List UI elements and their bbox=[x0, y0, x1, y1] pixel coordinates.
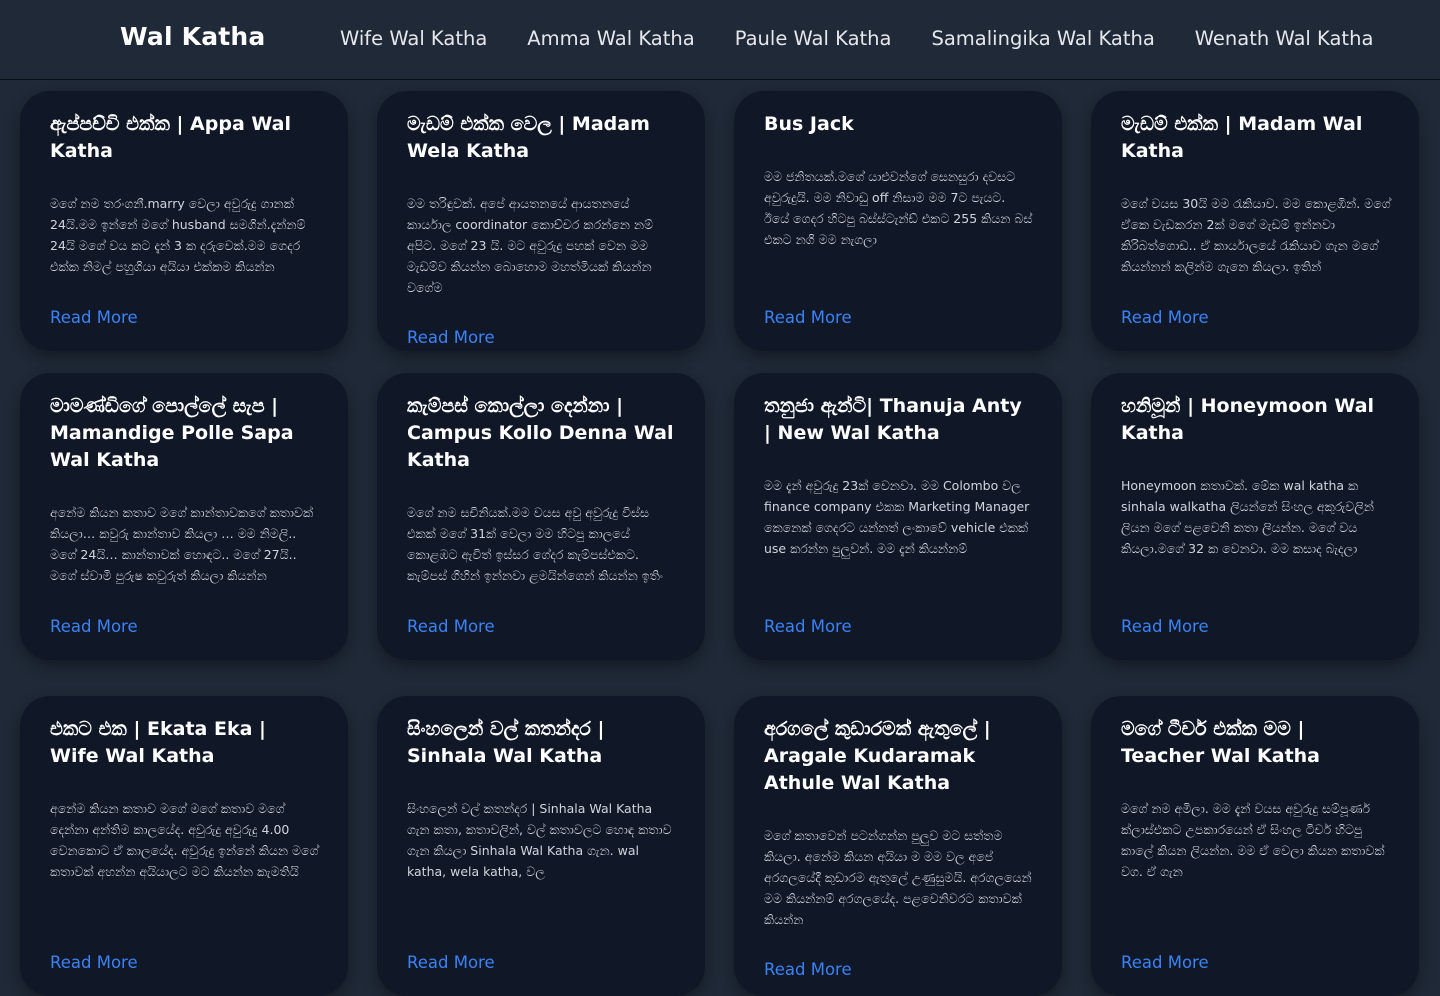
story-title[interactable]: සිංහලෙන් වල් කතන්දර | Sinhala Wal Katha bbox=[407, 716, 677, 770]
story-excerpt: අනේම කියන කතාව මගේ මගේ කතාව මගේ දෙන්නා අ… bbox=[50, 801, 319, 879]
story-card-grid: ඇප්පච්චි එක්ක | Appa Wal Katha මගේ නම තර… bbox=[20, 91, 1420, 996]
top-navbar: Wal Katha Wife Wal Katha Amma Wal Katha … bbox=[0, 0, 1440, 80]
read-more-link[interactable]: Read More bbox=[50, 953, 320, 972]
story-card[interactable]: මගේ ටීචර් එක්ක මම | Teacher Wal Katha මග… bbox=[1091, 696, 1419, 996]
story-excerpt: මම ජනිතයක්.මගේ යාළුවන්ගේ සෙනසුරා දවසට අව… bbox=[764, 169, 1033, 247]
story-title[interactable]: මැඩම් එක්ක වෙල | Madam Wela Katha bbox=[407, 111, 677, 165]
story-excerpt: අනේම කියන කතාව මගේ කාන්තාවකගේ කතාවක් කිය… bbox=[50, 505, 314, 583]
nav-link-wenath-wal-katha[interactable]: Wenath Wal Katha bbox=[1195, 27, 1374, 50]
read-more-link[interactable]: Read More bbox=[764, 960, 1034, 979]
story-title[interactable]: මාමණ්ඩිගේ පොල්ලේ සැප | Mamandige Polle S… bbox=[50, 393, 320, 474]
read-more-link[interactable]: Read More bbox=[407, 617, 677, 636]
story-title[interactable]: Bus Jack bbox=[764, 111, 1034, 138]
story-card[interactable]: කැම්පස් කොල්ලා දෙන්නා | Campus Kollo Den… bbox=[377, 373, 705, 660]
read-more-link[interactable]: Read More bbox=[50, 617, 320, 636]
story-title[interactable]: මැඩම් එක්ක | Madam Wal Katha bbox=[1121, 111, 1391, 165]
read-more-link[interactable]: Read More bbox=[764, 617, 1034, 636]
story-excerpt: මගේ නම අමිලා. මම දැන් වයස අවුරුදු සම්පූර… bbox=[1121, 801, 1385, 879]
story-card[interactable]: සිංහලෙන් වල් කතන්දර | Sinhala Wal Katha … bbox=[377, 696, 705, 996]
story-title[interactable]: අරගලේ කුඩාරමක් ඇතුලේ | Aragale Kudaramak… bbox=[764, 716, 1034, 797]
story-card[interactable]: මැඩම් එක්ක වෙල | Madam Wela Katha මම තරි… bbox=[377, 91, 705, 351]
story-title[interactable]: හනිමූන් | Honeymoon Wal Katha bbox=[1121, 393, 1391, 447]
story-card[interactable]: ඇප්පච්චි එක්ක | Appa Wal Katha මගේ නම තර… bbox=[20, 91, 348, 351]
nav-link-samalingika-wal-katha[interactable]: Samalingika Wal Katha bbox=[931, 27, 1154, 50]
nav-link-amma-wal-katha[interactable]: Amma Wal Katha bbox=[527, 27, 694, 50]
read-more-link[interactable]: Read More bbox=[407, 953, 677, 972]
story-title[interactable]: මගේ ටීචර් එක්ක මම | Teacher Wal Katha bbox=[1121, 716, 1391, 770]
nav-link-wife-wal-katha[interactable]: Wife Wal Katha bbox=[340, 27, 487, 50]
story-card[interactable]: හනිමූන් | Honeymoon Wal Katha Honeymoon … bbox=[1091, 373, 1419, 660]
story-card[interactable]: මැඩම් එක්ක | Madam Wal Katha මගේ වයස 30ය… bbox=[1091, 91, 1419, 351]
story-excerpt: මගේ කතාවෙන් පටන්ගන්න පුලුව මට සත්තම කියල… bbox=[764, 828, 1032, 927]
story-excerpt: Honeymoon කතාවක්. මේක wal katha ක sinhal… bbox=[1121, 478, 1374, 556]
read-more-link[interactable]: Read More bbox=[407, 328, 677, 347]
site-brand-link[interactable]: Wal Katha bbox=[120, 22, 266, 51]
read-more-link[interactable]: Read More bbox=[1121, 308, 1391, 327]
story-title[interactable]: එකට එක | Ekata Eka | Wife Wal Katha bbox=[50, 716, 320, 770]
story-excerpt: මගේ නම සචිනියක්.මම වයස අවු අවුරුදු විස්ස… bbox=[407, 505, 663, 583]
story-title[interactable]: තනුජා ඇන්ටි| Thanuja Anty | New Wal Kath… bbox=[764, 393, 1034, 447]
nav-menu: Wife Wal Katha Amma Wal Katha Paule Wal … bbox=[340, 27, 1373, 50]
story-excerpt: මම දැන් අවුරුදු 23ක් වෙනවා. මම Colombo ව… bbox=[764, 478, 1030, 556]
story-card[interactable]: මාමණ්ඩිගේ පොල්ලේ සැප | Mamandige Polle S… bbox=[20, 373, 348, 660]
story-title[interactable]: ඇප්පච්චි එක්ක | Appa Wal Katha bbox=[50, 111, 320, 165]
read-more-link[interactable]: Read More bbox=[50, 308, 320, 327]
story-excerpt: මම තරිඳුවක්. අපේ ආයතනයේ ආයතනයේ කාර්යාල c… bbox=[407, 196, 654, 295]
read-more-link[interactable]: Read More bbox=[764, 308, 1034, 327]
nav-link-paule-wal-katha[interactable]: Paule Wal Katha bbox=[735, 27, 892, 50]
story-excerpt: සිංහලෙන් වල් කතන්දර | Sinhala Wal Katha … bbox=[407, 801, 672, 879]
story-card[interactable]: අරගලේ කුඩාරමක් ඇතුලේ | Aragale Kudaramak… bbox=[734, 696, 1062, 996]
story-title[interactable]: කැම්පස් කොල්ලා දෙන්නා | Campus Kollo Den… bbox=[407, 393, 677, 474]
read-more-link[interactable]: Read More bbox=[1121, 617, 1391, 636]
read-more-link[interactable]: Read More bbox=[1121, 953, 1391, 972]
story-card[interactable]: Bus Jack මම ජනිතයක්.මගේ යාළුවන්ගේ සෙනසුර… bbox=[734, 91, 1062, 351]
story-excerpt: මගේ වයස 30යි මම රැකියාව. මම කොළඹින්. මගේ… bbox=[1121, 196, 1391, 274]
story-card[interactable]: තනුජා ඇන්ටි| Thanuja Anty | New Wal Kath… bbox=[734, 373, 1062, 660]
story-excerpt: මගේ නම තරංගනී.marry වෙලා අවුරුදු ගානක් 2… bbox=[50, 196, 306, 274]
story-card[interactable]: එකට එක | Ekata Eka | Wife Wal Katha අනේම… bbox=[20, 696, 348, 996]
